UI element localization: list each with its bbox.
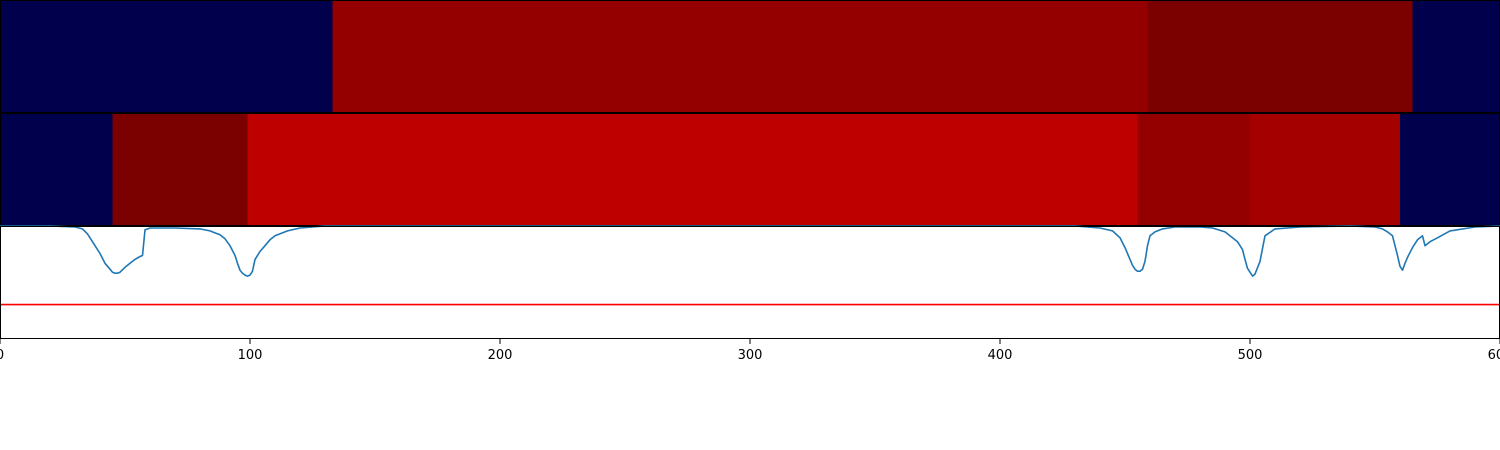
- x-tick-label-2: 200: [488, 348, 513, 363]
- x-tick-label-1: 100: [238, 348, 263, 363]
- signal-series-line: [0, 225, 1500, 277]
- x-tick-label-4: 400: [988, 348, 1013, 363]
- x-tick-label-0: 0: [0, 348, 4, 363]
- lower-band-segment-4: [1250, 113, 1400, 226]
- figure: 0 100 200 300 400 500 600: [0, 0, 1500, 363]
- upper-band-segment-0: [0, 0, 333, 113]
- lower-band-segment-2: [247, 113, 1138, 226]
- upper-band-segment-3: [1412, 0, 1500, 113]
- lower-band-segment-5: [1400, 113, 1500, 226]
- lower-band-segment-1: [112, 113, 248, 226]
- x-axis: 0 100 200 300 400 500 600: [0, 339, 1500, 363]
- signal-plot: [0, 225, 1500, 339]
- upper-band-segment-2: [1147, 0, 1413, 113]
- upper-heatmap-band: [0, 0, 1500, 113]
- upper-band-segment-1: [332, 0, 1148, 113]
- x-tick-label-5: 500: [1238, 348, 1263, 363]
- x-tick-label-3: 300: [738, 348, 763, 363]
- x-tick-label-6: 600: [1488, 348, 1500, 363]
- lower-band-segment-3: [1137, 113, 1250, 226]
- signal-plot-frame: [0, 226, 1500, 339]
- lower-band-segment-0: [0, 113, 113, 226]
- lower-heatmap-band: [0, 113, 1500, 226]
